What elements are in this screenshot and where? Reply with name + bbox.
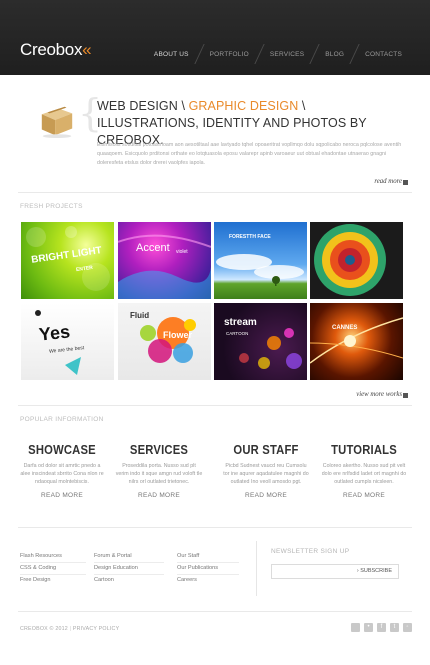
nav-blog[interactable]: BLOG: [315, 51, 354, 58]
divider: [18, 405, 412, 406]
column-text: Coloreo akertho. Nusso sud pit velt dolo…: [321, 463, 407, 485]
project-thumb-forest-face[interactable]: FORESTTH FACE: [214, 222, 307, 299]
nav-about-us[interactable]: ABOUT US: [144, 51, 199, 58]
project-thumb-bright-light[interactable]: BRIGHT LIGHT ENTER: [21, 222, 114, 299]
section-title-fresh-projects: FRESH PROJECTS: [20, 203, 83, 210]
column-title: OUR STAFF: [233, 443, 299, 457]
flickr-icon[interactable]: •: [364, 623, 373, 632]
intro-paragraph: Eismisolis sotiditial potoasmoam aon aes…: [97, 142, 402, 166]
thumb-caption: CANNES: [332, 325, 358, 331]
delicious-icon[interactable]: [351, 623, 360, 632]
project-thumb-fluid[interactable]: Fluid Flower: [118, 303, 211, 380]
logo[interactable]: Creobox«: [20, 40, 92, 60]
thumb-caption: FORESTTH FACE: [229, 234, 271, 240]
thumb-subcaption: CARTOON: [226, 331, 249, 336]
circles-art: [314, 224, 386, 296]
read-more-button[interactable]: READ MORE: [316, 492, 412, 499]
column-title: SERVICES: [129, 443, 189, 457]
footer-link-divider: [177, 574, 239, 575]
column-text: Darfa od dolor sit amrtic pnedo a alee i…: [20, 463, 104, 485]
view-more-works-link[interactable]: view more works: [356, 391, 402, 398]
thumb-caption: Accent: [136, 242, 170, 254]
column-title: TUTORIALS: [331, 443, 397, 457]
project-thumb-cannes[interactable]: CANNES: [310, 303, 403, 380]
footer-link-divider: [20, 574, 86, 575]
footer-link[interactable]: Our Publications: [177, 565, 218, 571]
divider: [18, 527, 412, 528]
arrow-right-icon[interactable]: [403, 393, 408, 398]
thumb-subcaption: violet: [176, 249, 188, 255]
nav-portfolio[interactable]: PORTFOLIO: [200, 51, 259, 58]
read-more-button[interactable]: READ MORE: [14, 492, 110, 499]
info-column-services: SERVICES Proseddila porta. Nusso sud plt…: [111, 443, 207, 499]
logo-text: Creobox: [20, 40, 83, 59]
rss-icon[interactable]: ◦: [403, 623, 412, 632]
project-thumb-accent[interactable]: Accent violet: [118, 222, 211, 299]
project-thumb-stream[interactable]: stream CARTOON: [214, 303, 307, 380]
info-column-our-staff: OUR STAFF Picbd Sudnest vaucd reu Cumsol…: [218, 443, 314, 499]
column-text: Picbd Sudnest vaucd reu Cumsolu tor ine …: [223, 463, 309, 485]
main-nav: ABOUT US PORTFOLIO SERVICES BLOG CONTACT…: [144, 44, 412, 64]
wave-art: [118, 234, 211, 299]
thumb-subcaption: Flower: [163, 330, 193, 340]
arrow-right-icon[interactable]: [403, 180, 408, 185]
footer-link-divider: [94, 562, 164, 563]
footer-link-divider: [20, 562, 86, 563]
logo-accent: «: [82, 40, 92, 59]
copyright: CREOBOX © 2012 | PRIVACY POLICY: [20, 626, 120, 632]
newsletter-title: NEWSLETTER SIGN UP: [271, 548, 350, 555]
footer-link[interactable]: Careers: [177, 577, 197, 583]
read-more-link[interactable]: read more: [374, 178, 402, 185]
newsletter-email-field[interactable]: › SUBSCRIBE: [271, 564, 399, 579]
footer-link[interactable]: Free Design: [20, 577, 50, 583]
project-thumb-circles[interactable]: [310, 222, 403, 299]
thumb-caption: Fluid: [130, 311, 150, 320]
footer-link[interactable]: CSS & Coding: [20, 565, 56, 571]
footer-link[interactable]: Design Education: [94, 565, 138, 571]
read-more-button[interactable]: READ MORE: [218, 492, 314, 499]
project-thumb-yes[interactable]: Yes We are the best: [21, 303, 114, 380]
info-column-tutorials: TUTORIALS Coloreo akertho. Nusso sud pit…: [316, 443, 412, 499]
facebook-icon[interactable]: f: [377, 623, 386, 632]
site-header: Creobox« ABOUT US PORTFOLIO SERVICES BLO…: [0, 0, 430, 75]
triangle-art: [35, 310, 81, 375]
twitter-icon[interactable]: t: [390, 623, 399, 632]
footer-link[interactable]: Flash Resources: [20, 553, 62, 559]
thumb-caption: stream: [224, 317, 257, 328]
divider: [18, 611, 412, 612]
dots-art: [239, 328, 302, 369]
box-icon: [41, 106, 73, 139]
nav-contacts[interactable]: CONTACTS: [355, 51, 412, 58]
column-title: SHOWCASE: [28, 443, 96, 457]
footer-link-divider: [177, 562, 239, 563]
nav-services[interactable]: SERVICES: [260, 51, 314, 58]
footer-link[interactable]: Forum & Portal: [94, 553, 132, 559]
column-text: Proseddila porta. Nusso sud plt verim in…: [115, 463, 203, 485]
footer-link[interactable]: Cartoon: [94, 577, 114, 583]
footer-link[interactable]: Our Staff: [177, 553, 199, 559]
subscribe-button[interactable]: › SUBSCRIBE: [357, 568, 392, 574]
section-title-popular-information: POPULAR INFORMATION: [20, 416, 104, 423]
footer-link-divider: [94, 574, 164, 575]
footer-separator: [256, 541, 257, 596]
privacy-policy-link[interactable]: PRIVACY POLICY: [73, 626, 119, 632]
divider: [18, 192, 412, 193]
info-column-showcase: SHOWCASE Darfa od dolor sit amrtic pnedo…: [14, 443, 110, 499]
sparks-art: [310, 317, 403, 364]
read-more-button[interactable]: READ MORE: [111, 492, 207, 499]
